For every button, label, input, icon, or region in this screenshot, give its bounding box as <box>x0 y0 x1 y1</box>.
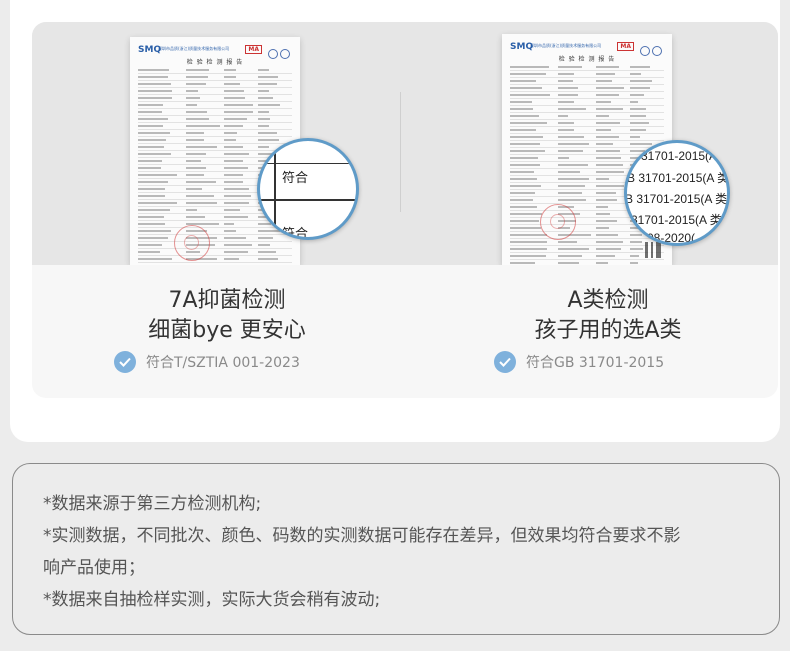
report-title: 检 验 检 测 报 告 <box>558 56 616 63</box>
report-table-row <box>138 111 292 116</box>
report-table-row <box>138 118 292 123</box>
report-table-row <box>138 230 292 235</box>
table-rule <box>260 199 356 201</box>
headline-line-2: 细菌bye 更安心 <box>148 318 306 343</box>
magnified-standard-text: 08-2020( <box>647 231 696 245</box>
check-circle-icon <box>114 351 136 373</box>
report-table-row <box>138 97 292 102</box>
column-divider <box>400 92 401 212</box>
report-table-row <box>510 241 664 246</box>
report-table-row <box>138 223 292 228</box>
magnified-standard-text: B 31701-2015(A 类) <box>625 192 730 206</box>
report-table-row <box>138 237 292 242</box>
report-table-row <box>510 73 664 78</box>
report-table-row <box>138 125 292 130</box>
report-table-row <box>138 258 292 263</box>
check-circle-icon <box>494 351 516 373</box>
report-table-row <box>510 115 664 120</box>
report-table-row <box>138 146 292 151</box>
cert-label: 符合GB 31701-2015 <box>526 355 665 371</box>
report-table-row <box>510 108 664 113</box>
report-table-row <box>138 76 292 81</box>
red-seal-stamp <box>540 204 576 240</box>
report-table-row <box>510 101 664 106</box>
magnified-conform-text: 符合 <box>282 170 309 185</box>
report-panel: SMQ 深圳市品质(浙江)质量技术服务有限公司 MA 检 验 检 测 报 告 符… <box>32 22 778 398</box>
disclaimer-line: 响产品使用； <box>43 558 145 578</box>
magnified-standard-text: 31701-2015(A 类 <box>631 213 722 227</box>
report-table-row <box>510 136 664 141</box>
report-table-row <box>510 234 664 239</box>
qr-code-icon <box>645 242 661 258</box>
report-table-row <box>510 255 664 260</box>
table-rule <box>260 163 356 164</box>
report-table-row <box>138 139 292 144</box>
report-photo-strip: SMQ 深圳市品质(浙江)质量技术服务有限公司 MA 检 验 检 测 报 告 符… <box>32 22 778 265</box>
table-rule <box>274 141 276 237</box>
report-table-row <box>138 69 292 74</box>
report-table-row <box>510 262 664 265</box>
right-headline: A类检测 孩子用的选A类 <box>488 286 728 346</box>
lab-name: 深圳市品质(浙江)质量技术服务有限公司 <box>158 46 230 51</box>
report-table-row <box>510 122 664 127</box>
report-table-row <box>138 251 292 256</box>
report-table-row <box>510 248 664 253</box>
report-table-row <box>510 66 664 71</box>
accreditation-seals-icon <box>638 41 664 56</box>
disclaimer-line: *实测数据，不同批次、颜色、码数的实测数据可能存在差异，但效果均符合要求不影 <box>43 526 681 546</box>
disclaimer-line: *数据来源于第三方检测机构; <box>43 494 262 514</box>
report-table-row <box>138 244 292 249</box>
left-headline: 7A抑菌检测 细菌bye 更安心 <box>112 286 342 346</box>
report-table-row <box>510 143 664 148</box>
report-table-row <box>510 80 664 85</box>
right-cert-badge: 符合GB 31701-2015 <box>494 350 664 374</box>
headline-line-1: A类检测 <box>567 288 649 313</box>
report-table-row <box>510 94 664 99</box>
lab-name: 深圳市品质(浙江)质量技术服务有限公司 <box>530 43 602 48</box>
report-table-row <box>138 83 292 88</box>
report-table-row <box>510 129 664 134</box>
red-seal-stamp <box>174 225 210 261</box>
cert-label: 符合T/SZTIA 001-2023 <box>146 355 300 371</box>
test-report-card: SMQ 深圳市品质(浙江)质量技术服务有限公司 MA 检 验 检 测 报 告 符… <box>10 0 780 442</box>
report-title: 检 验 检 测 报 告 <box>186 59 244 66</box>
report-table-row <box>138 104 292 109</box>
magnified-standard-text: 31701-2015(A <box>641 149 718 163</box>
report-table-row <box>138 132 292 137</box>
right-magnifier-lens: 31701-2015(A B 31701-2015(A 类 B 31701-20… <box>624 140 730 246</box>
disclaimer-line: *数据来自抽检样实测，实际大货会稍有波动; <box>43 590 381 610</box>
cma-mark: MA <box>245 45 262 54</box>
left-magnifier-lens: 符合 符合 <box>257 138 359 240</box>
cma-mark: MA <box>617 42 634 51</box>
magnified-standard-text: B 31701-2015(A 类 <box>627 171 730 185</box>
disclaimer-box: *数据来源于第三方检测机构; *实测数据，不同批次、颜色、码数的实测数据可能存在… <box>12 463 780 635</box>
headline-line-2: 孩子用的选A类 <box>534 318 682 343</box>
headline-line-1: 7A抑菌检测 <box>168 288 286 313</box>
accreditation-seals-icon <box>266 44 292 59</box>
report-table-row <box>138 90 292 95</box>
report-table-row <box>510 87 664 92</box>
left-cert-badge: 符合T/SZTIA 001-2023 <box>114 350 300 374</box>
